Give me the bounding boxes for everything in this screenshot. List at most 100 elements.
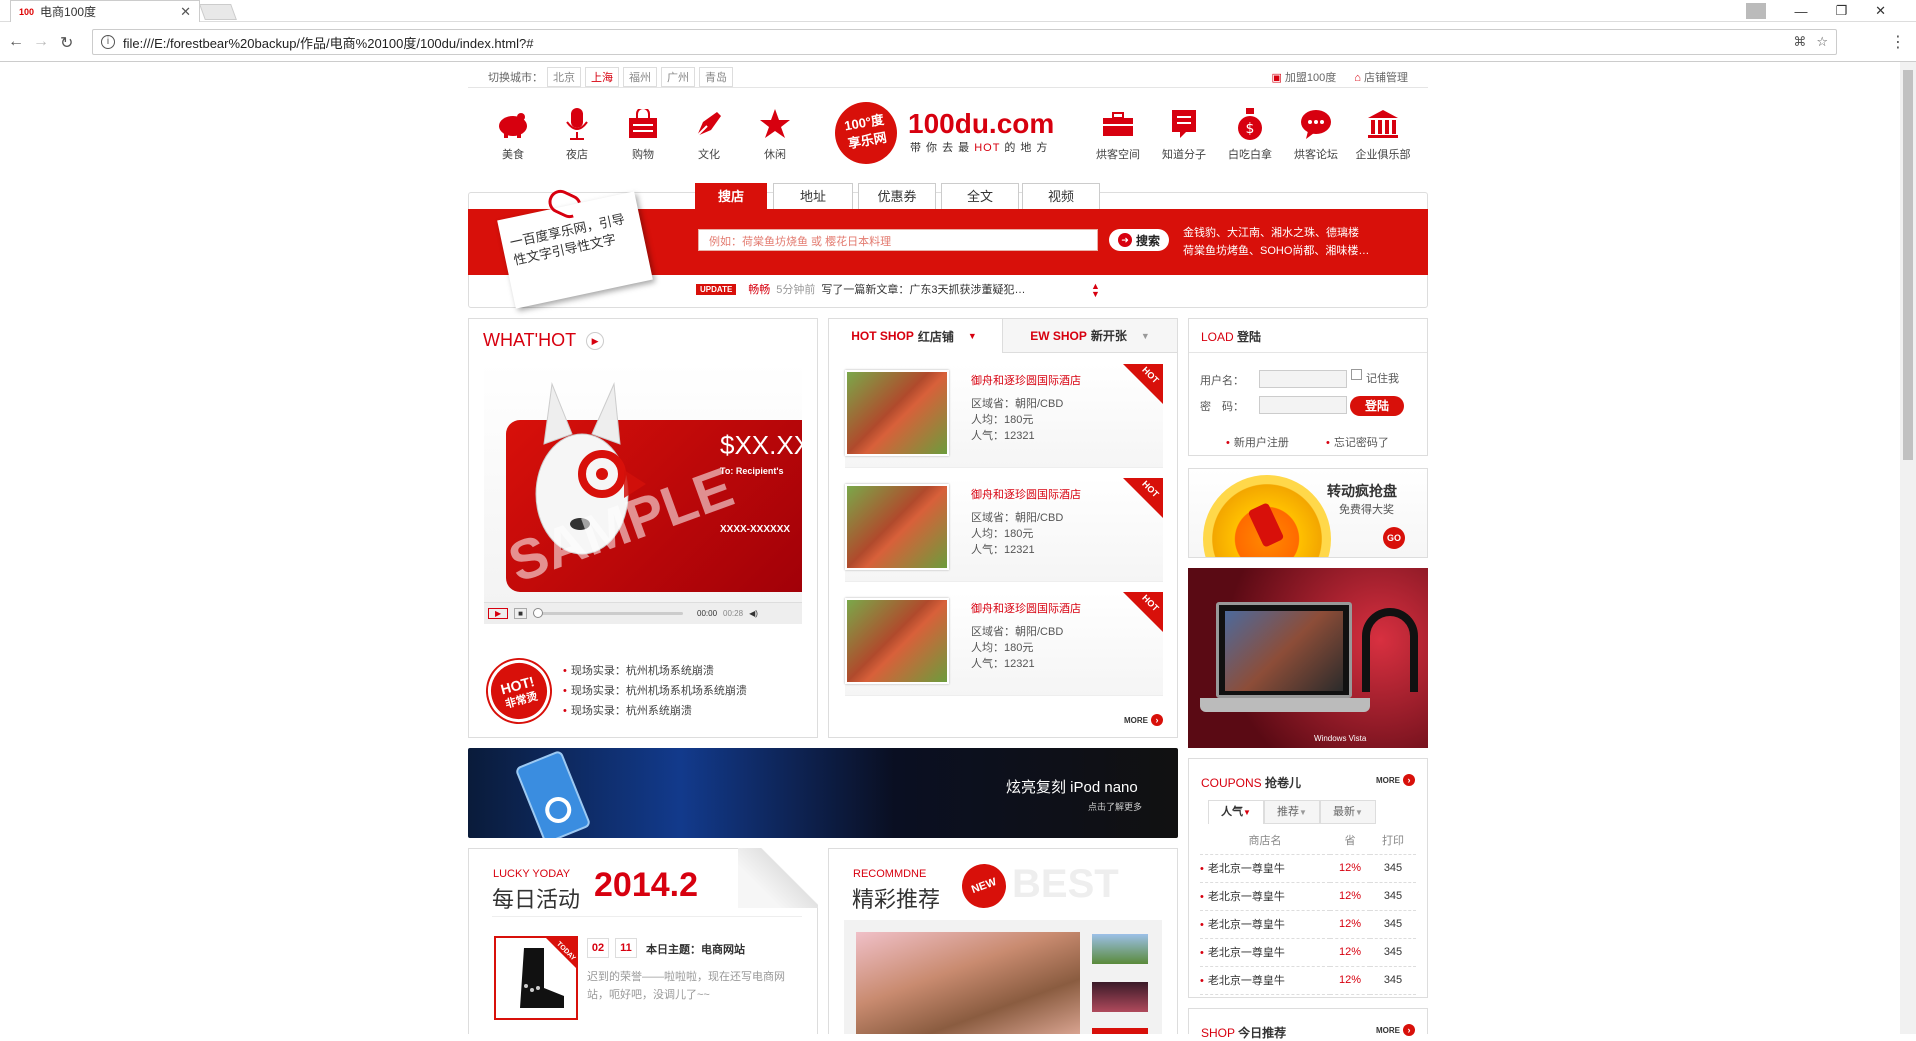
nav-nightclub[interactable]: 夜店 [555, 106, 599, 162]
recommend-thumb[interactable] [1092, 934, 1148, 964]
city-guangzhou[interactable]: 广州 [661, 66, 695, 87]
list-item[interactable]: • 现场实录：杭州系统崩溃 [563, 701, 747, 721]
coupons-more-link[interactable]: MORE › [1376, 774, 1415, 786]
register-link[interactable]: • 新用户注册 [1226, 434, 1289, 450]
play-circle-icon[interactable]: ▶ [586, 331, 605, 350]
update-text[interactable]: 写了一篇新文章：广东3天抓获涉董疑犯… [821, 281, 1025, 297]
ipod-banner[interactable]: 炫亮复刻 iPod nano 点击了解更多 [468, 748, 1178, 838]
url-field[interactable]: i file:///E:/forestbear%20backup/作品/电商%2… [92, 29, 1837, 55]
tab-shop[interactable]: 搜店 [695, 183, 767, 209]
video-play-icon[interactable] [624, 470, 646, 498]
login-button[interactable]: 登陆 [1350, 396, 1404, 416]
shop-name[interactable]: 御舟和逐珍圆国际酒店 [971, 486, 1081, 502]
nav-culture[interactable]: 文化 [687, 106, 731, 162]
forgot-password-link[interactable]: • 忘记密码了 [1326, 434, 1389, 450]
forward-icon[interactable]: → [33, 33, 49, 51]
bookmark-star-icon[interactable]: ☆ [1816, 34, 1828, 50]
hot-keywords-line-2[interactable]: 荷棠鱼坊烤鱼、SOHO尚都、湘味楼… [1183, 242, 1423, 260]
maximize-icon[interactable]: ❐ [1835, 3, 1847, 19]
menu-icon[interactable]: ⋮ [1890, 32, 1906, 52]
coupon-tab-popular[interactable]: 人气▼ [1208, 800, 1264, 824]
tab-new-shop[interactable]: EW SHOP 新开张 ▼ [1002, 319, 1177, 353]
video-progress-handle[interactable] [533, 608, 543, 618]
shops-more-link[interactable]: MORE › [1124, 714, 1163, 726]
close-window-icon[interactable]: ✕ [1875, 3, 1886, 19]
password-input[interactable] [1259, 396, 1347, 414]
logo-badge[interactable]: 100°度 享乐网 [830, 97, 902, 169]
back-icon[interactable]: ← [8, 33, 24, 51]
update-user[interactable]: 畅畅 [748, 281, 770, 297]
stop-button-icon[interactable]: ■ [514, 608, 527, 619]
lucky-boot-image[interactable]: TODAY [494, 936, 578, 1020]
new-tab-button[interactable] [199, 4, 237, 20]
shop-item[interactable]: 御舟和逐珍圆国际酒店 区域省：朝阳/CBD 人均：180元 人气：12321 HOT [845, 364, 1163, 468]
nav-space[interactable]: 烘客空间 [1090, 106, 1146, 162]
nav-free[interactable]: $ 白吃白拿 [1222, 106, 1278, 162]
tab-address[interactable]: 地址 [773, 183, 853, 209]
shop-today-more-link[interactable]: MORE › [1376, 1024, 1415, 1036]
lucky-wheel-banner[interactable]: 转动疯抢盘 免费得大奖 GO [1188, 468, 1428, 558]
tab-fulltext[interactable]: 全文 [941, 183, 1019, 209]
video-player[interactable]: $XX.XX To: Recipient's XXXX-XXXXXX SAMPL… [484, 362, 802, 624]
minimize-icon[interactable]: — [1794, 4, 1807, 19]
card-price: $XX.XX [720, 430, 802, 460]
join-link[interactable]: ▣ 加盟100度 [1271, 69, 1336, 85]
volume-icon[interactable]: ◀) [749, 609, 758, 618]
table-row[interactable]: • 老北京一尊皇牛 12% 345 [1200, 854, 1416, 883]
coupon-tab-latest[interactable]: 最新▼ [1320, 800, 1376, 824]
city-fuzhou[interactable]: 福州 [623, 66, 657, 87]
shop-name[interactable]: 御舟和逐珍圆国际酒店 [971, 600, 1081, 616]
nav-leisure[interactable]: 休闲 [753, 106, 797, 162]
table-row[interactable]: • 老北京一尊皇牛 12% 345 [1200, 938, 1416, 967]
tab-close-icon[interactable]: ✕ [180, 4, 191, 20]
city-qingdao[interactable]: 青岛 [699, 66, 733, 87]
table-row[interactable]: • 老北京一尊皇牛 12% 345 [1200, 882, 1416, 911]
ipod-banner-sub: 点击了解更多 [1088, 802, 1143, 812]
tab-hot-shop[interactable]: HOT SHOP 红店铺 ▼ [829, 319, 999, 353]
nav-club[interactable]: 企业俱乐部 [1352, 106, 1414, 162]
laptop-banner[interactable]: Windows Vista [1188, 568, 1428, 748]
video-time-total: 00:28 [723, 609, 744, 618]
table-row[interactable]: • 老北京一尊皇牛 12% 345 [1200, 910, 1416, 939]
recommend-main-image[interactable] [856, 932, 1080, 1034]
shop-item[interactable]: 御舟和逐珍圆国际酒店 区域省：朝阳/CBD 人均：180元 人气：12321 HOT [845, 478, 1163, 582]
star-icon [757, 106, 793, 142]
building-icon [1365, 106, 1401, 142]
scrollbar-thumb[interactable] [1903, 70, 1913, 460]
info-icon[interactable]: i [101, 35, 115, 49]
tab-video[interactable]: 视频 [1022, 183, 1100, 209]
table-row[interactable]: • 老北京一尊皇牛 12% 345 [1200, 966, 1416, 995]
recommend-thumb[interactable] [1092, 982, 1148, 1012]
list-item[interactable]: • 现场实录：杭州机场系统崩溃 [563, 661, 747, 681]
wheel-go-button[interactable]: GO [1383, 527, 1405, 549]
nav-know[interactable]: 知道分子 [1156, 106, 1212, 162]
logo-text[interactable]: 100du.com [908, 108, 1054, 140]
ticker-arrows-icon[interactable]: ▲ ▼ [1091, 282, 1100, 299]
new-shop-cn: 新开张 [1090, 329, 1127, 343]
remember-checkbox[interactable] [1351, 369, 1362, 380]
hot-keywords-line-1[interactable]: 金钱豹、大江南、湘水之珠、德璃楼 [1183, 224, 1423, 242]
play-button-icon[interactable]: ▶ [488, 608, 509, 619]
recommend-thumb[interactable] [1092, 1028, 1148, 1034]
coupon-tab-recommend[interactable]: 推荐▼ [1264, 800, 1320, 824]
username-input[interactable] [1259, 370, 1347, 388]
browser-tab[interactable]: 100 电商100度 ✕ [10, 0, 200, 22]
city-shanghai[interactable]: 上海 [585, 66, 619, 87]
search-input[interactable]: 例如：荷棠鱼坊烧鱼 或 樱花日本料理 [698, 229, 1098, 251]
lucky-theme[interactable]: 本日主题：电商网站 [646, 941, 745, 957]
video-progress-bar[interactable] [533, 608, 683, 618]
shop-item[interactable]: 御舟和逐珍圆国际酒店 区域省：朝阳/CBD 人均：180元 人气：12321 HOT [845, 592, 1163, 696]
shop-manage-link[interactable]: ⌂ 店铺管理 [1354, 69, 1408, 85]
nav-forum[interactable]: 烘客论坛 [1288, 106, 1344, 162]
list-item[interactable]: • 现场实录：杭州机场系机场系统崩溃 [563, 681, 747, 701]
nav-shopping[interactable]: 购物 [621, 106, 665, 162]
translate-icon[interactable]: ⌘ [1793, 34, 1806, 50]
page-scrollbar[interactable] [1900, 62, 1916, 1034]
city-beijing[interactable]: 北京 [547, 66, 581, 87]
reload-icon[interactable]: ↻ [60, 33, 73, 53]
tab-coupon[interactable]: 优惠券 [858, 183, 936, 209]
nav-food[interactable]: 美食 [491, 106, 535, 162]
shop-name[interactable]: 御舟和逐珍圆国际酒店 [971, 372, 1081, 388]
profile-icon[interactable] [1746, 3, 1767, 19]
search-button[interactable]: ➜ 搜索 [1109, 229, 1169, 251]
